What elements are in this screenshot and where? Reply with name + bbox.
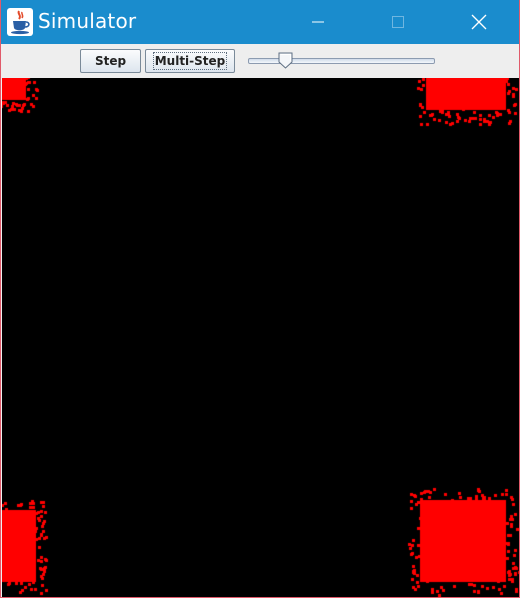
multi-step-button[interactable]: Multi-Step [145,49,235,73]
speed-slider[interactable] [247,49,435,73]
maximize-button[interactable] [375,0,421,44]
simulator-window: Simulator Step Multi-Step [0,0,520,598]
minimize-icon [312,21,324,23]
simulation-canvas[interactable] [2,78,519,597]
maximize-icon [392,16,404,28]
java-cup-icon [7,8,33,36]
step-button[interactable]: Step [80,49,141,73]
close-button[interactable] [456,0,502,44]
window-title: Simulator [38,9,137,33]
slider-track[interactable] [248,58,435,64]
slider-thumb[interactable] [278,52,293,69]
minimize-button[interactable] [295,0,341,44]
multi-step-label: Multi-Step [152,52,228,70]
title-bar[interactable]: Simulator [1,0,519,44]
close-icon [471,14,487,30]
